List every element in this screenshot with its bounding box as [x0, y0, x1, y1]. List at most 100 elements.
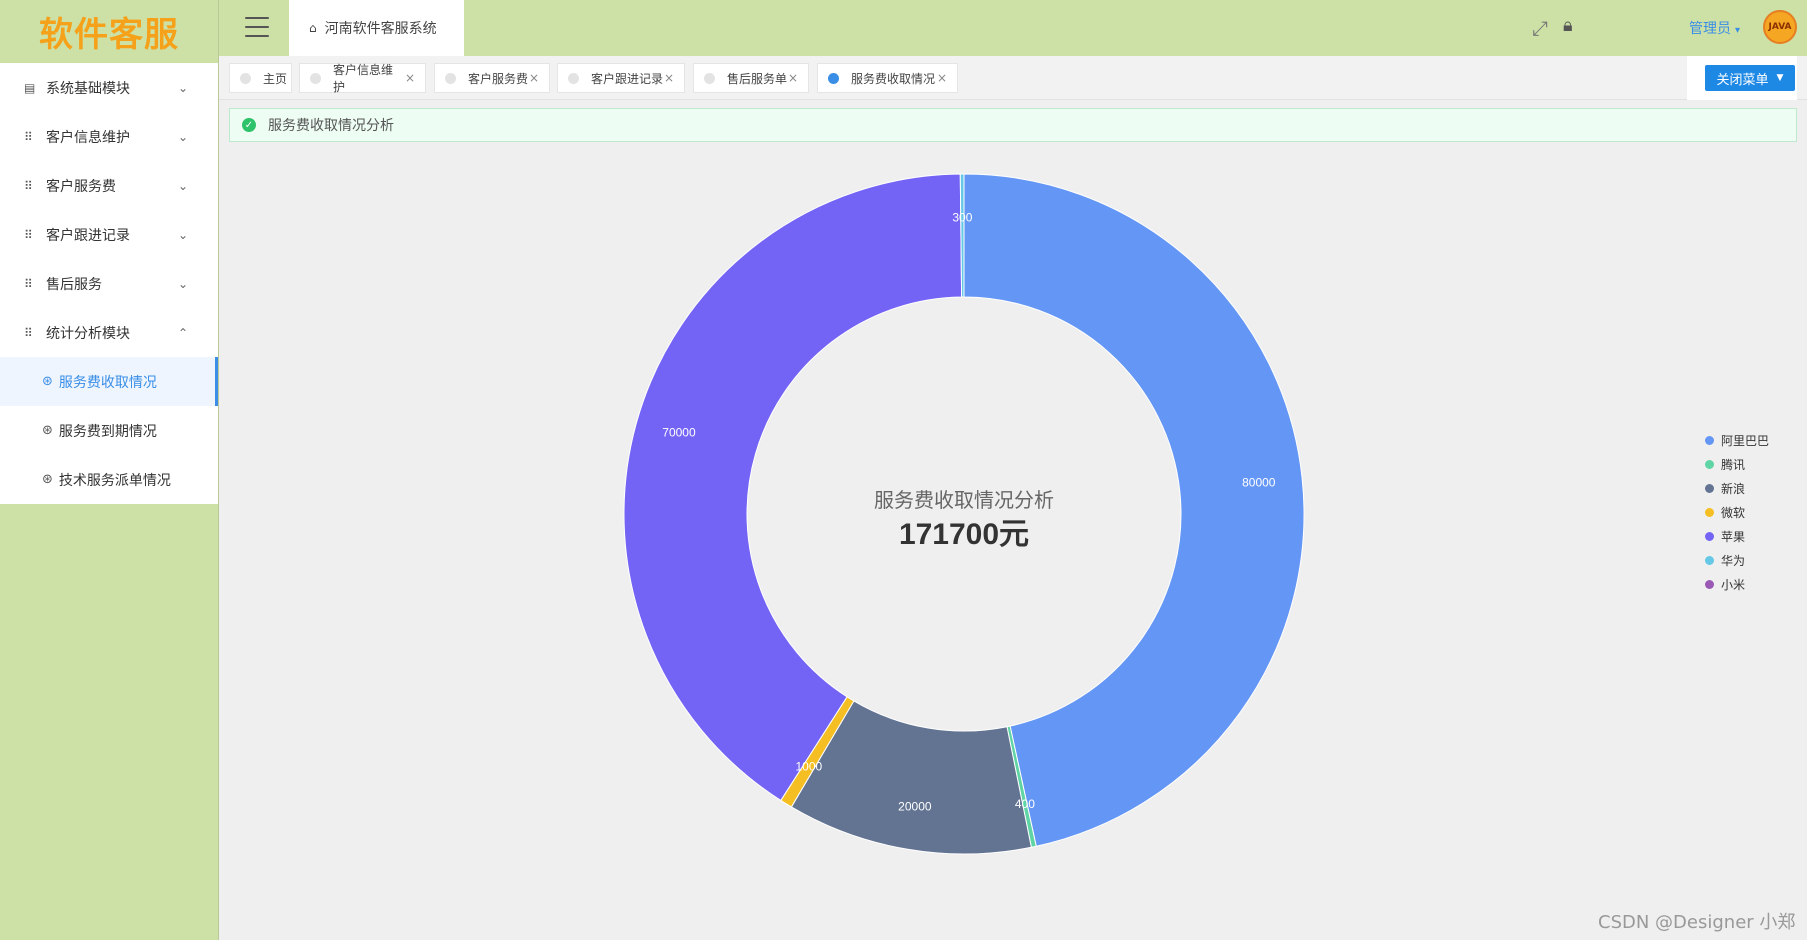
dashboard-icon: ⊛ — [42, 423, 53, 438]
tab-dot-icon — [240, 72, 251, 84]
legend-label: 华为 — [1721, 553, 1746, 568]
tab-dot-icon — [704, 72, 715, 84]
legend-dot-icon — [1705, 483, 1714, 493]
user-dropdown[interactable]: 管理员 ▾ — [1689, 18, 1740, 38]
legend-dot-icon — [1705, 531, 1714, 541]
close-icon[interactable]: × — [405, 71, 415, 85]
tab-after-sales[interactable]: 售后服务单 × — [693, 63, 809, 93]
tab-bar: 主页 客户信息维护 × 客户服务费 × 客户跟进记录 × 售后服务单 × 服务费… — [219, 56, 1807, 100]
tab-followup[interactable]: 客户跟进记录 × — [557, 63, 685, 93]
fullscreen-icon[interactable]: ⤢ — [1532, 16, 1548, 40]
sidebar-item-customer-fee[interactable]: ⠿ 客户服务费 ⌄ — [0, 161, 218, 210]
app-logo: 软件客服 — [39, 15, 179, 55]
sidebar-item-statistics[interactable]: ⠿ 统计分析模块 ⌃ — [0, 308, 218, 357]
chevron-down-icon: ⌄ — [177, 129, 188, 144]
sidebar-subitem-dispatch[interactable]: ⊛ 技术服务派单情况 — [0, 455, 218, 504]
grid-icon: ⠿ — [24, 227, 33, 242]
sidebar-item-followup[interactable]: ⠿ 客户跟进记录 ⌄ — [0, 210, 218, 259]
notice-bar: ✓ 服务费收取情况分析 — [229, 108, 1797, 142]
grid-icon: ⠿ — [24, 129, 33, 144]
legend-item-3[interactable]: 微软 — [1705, 500, 1769, 524]
close-icon[interactable]: × — [529, 71, 539, 85]
legend-item-0[interactable]: 阿里巴巴 — [1705, 428, 1769, 452]
pie-slice-label-2: 20000 — [898, 799, 932, 813]
donut-chart: 80000 400 20000 1000 70000 300 服务费收取情况分析 1717… — [623, 173, 1305, 855]
legend-dot-icon — [1705, 555, 1714, 565]
legend-dot-icon — [1705, 579, 1714, 589]
tab-label: 客户信息维护 — [333, 63, 394, 94]
close-menu-button[interactable]: 关闭菜单 ▼ — [1705, 65, 1795, 91]
sidebar-subitem-label: 技术服务派单情况 — [58, 472, 171, 489]
legend-item-1[interactable]: 腾讯 — [1705, 452, 1769, 476]
sidebar: 软件客服 ▤ 系统基础模块 ⌄ ⠿ 客户信息维护 ⌄ ⠿ 客户服务费 ⌄ ⠿ 客… — [0, 0, 219, 940]
legend-dot-icon — [1705, 459, 1714, 469]
home-tab-label: 河南软件客服系统 — [324, 21, 437, 37]
legend-item-6[interactable]: 小米 — [1705, 572, 1769, 596]
home-tab[interactable]: ⌂ 河南软件客服系统 — [289, 0, 464, 56]
grid-icon: ⠿ — [24, 325, 33, 340]
sidebar-subitem-fee-expiry[interactable]: ⊛ 服务费到期情况 — [0, 406, 218, 455]
pie-slice-label-0: 80000 — [1242, 475, 1276, 489]
chevron-down-icon: ⌄ — [177, 276, 188, 291]
legend-label: 微软 — [1721, 505, 1746, 520]
chevron-up-icon: ⌃ — [177, 325, 188, 340]
legend-label: 新浪 — [1721, 481, 1746, 496]
sidebar-item-label: 客户跟进记录 — [46, 227, 130, 244]
tab-dot-icon — [568, 72, 579, 84]
hamburger-menu-icon[interactable] — [245, 17, 269, 37]
tab-dot-icon — [445, 72, 456, 84]
sidebar-item-label: 系统基础模块 — [46, 80, 130, 97]
tab-label: 客户服务费 — [468, 71, 529, 86]
caret-down-icon: ▼ — [1776, 73, 1784, 83]
home-icon: ⌂ — [309, 21, 317, 35]
sidebar-item-system-base[interactable]: ▤ 系统基础模块 ⌄ — [0, 63, 218, 112]
legend-item-4[interactable]: 苹果 — [1705, 524, 1769, 548]
legend-label: 腾讯 — [1721, 457, 1746, 472]
chart-icon: ▤ — [24, 80, 36, 95]
sidebar-item-label: 售后服务 — [46, 276, 102, 293]
dashboard-icon: ⊛ — [42, 374, 53, 389]
close-icon[interactable]: × — [664, 71, 674, 85]
tab-label: 售后服务单 — [727, 71, 788, 86]
close-icon[interactable]: × — [788, 71, 798, 85]
sidebar-item-customer-info[interactable]: ⠿ 客户信息维护 ⌄ — [0, 112, 218, 161]
check-icon: ✓ — [242, 118, 256, 132]
grid-icon: ⠿ — [24, 178, 33, 193]
tab-label: 主页 — [263, 71, 288, 86]
notice-text: 服务费收取情况分析 — [268, 118, 394, 134]
legend-dot-icon — [1705, 435, 1714, 445]
sidebar-subitem-fee-collection[interactable]: ⊛ 服务费收取情况 — [0, 357, 218, 406]
top-header: ⌂ 河南软件客服系统 ⤢ 🔒︎ 管理员 ▾ JAVA — [219, 0, 1807, 56]
avatar-text: JAVA — [1768, 22, 1792, 32]
tab-home[interactable]: 主页 — [229, 63, 292, 93]
sidebar-subitem-label: 服务费收取情况 — [58, 374, 157, 391]
sidebar-item-after-sales[interactable]: ⠿ 售后服务 ⌄ — [0, 259, 218, 308]
grid-icon: ⠿ — [24, 276, 33, 291]
sidebar-menu: ▤ 系统基础模块 ⌄ ⠿ 客户信息维护 ⌄ ⠿ 客户服务费 ⌄ ⠿ 客户跟进记录… — [0, 63, 218, 504]
sidebar-item-label: 客户信息维护 — [46, 129, 130, 146]
avatar[interactable]: JAVA — [1763, 10, 1797, 44]
close-icon[interactable]: × — [937, 71, 947, 85]
chart-center-title: 服务费收取情况分析 — [874, 489, 1054, 512]
tab-customer-info[interactable]: 客户信息维护 × — [299, 63, 426, 94]
legend-item-5[interactable]: 华为 — [1705, 548, 1769, 572]
tab-dot-icon — [310, 72, 321, 84]
legend-label: 小米 — [1721, 577, 1746, 592]
tab-label: 客户跟进记录 — [591, 71, 664, 86]
chart-center-total: 171700元 — [899, 518, 1029, 551]
tab-label: 服务费收取情况 — [851, 71, 936, 86]
tab-customer-fee[interactable]: 客户服务费 × — [434, 63, 550, 93]
pie-slice-4[interactable] — [623, 173, 963, 802]
watermark: CSDN @Designer 小郑 — [1598, 912, 1796, 933]
dashboard-icon: ⊛ — [42, 472, 53, 487]
chevron-down-icon: ⌄ — [177, 178, 188, 193]
legend-label: 阿里巴巴 — [1721, 433, 1770, 448]
sidebar-subitem-label: 服务费到期情况 — [58, 423, 157, 440]
lock-icon[interactable]: 🔒︎ — [1563, 15, 1573, 36]
user-name: 管理员 — [1689, 21, 1731, 37]
pie-slice-label-4: 70000 — [662, 425, 696, 439]
tab-fee-collection[interactable]: 服务费收取情况 × — [817, 63, 958, 93]
caret-down-icon: ▾ — [1735, 25, 1741, 36]
legend-item-2[interactable]: 新浪 — [1705, 476, 1769, 500]
close-menu-label: 关闭菜单 — [1716, 72, 1769, 88]
